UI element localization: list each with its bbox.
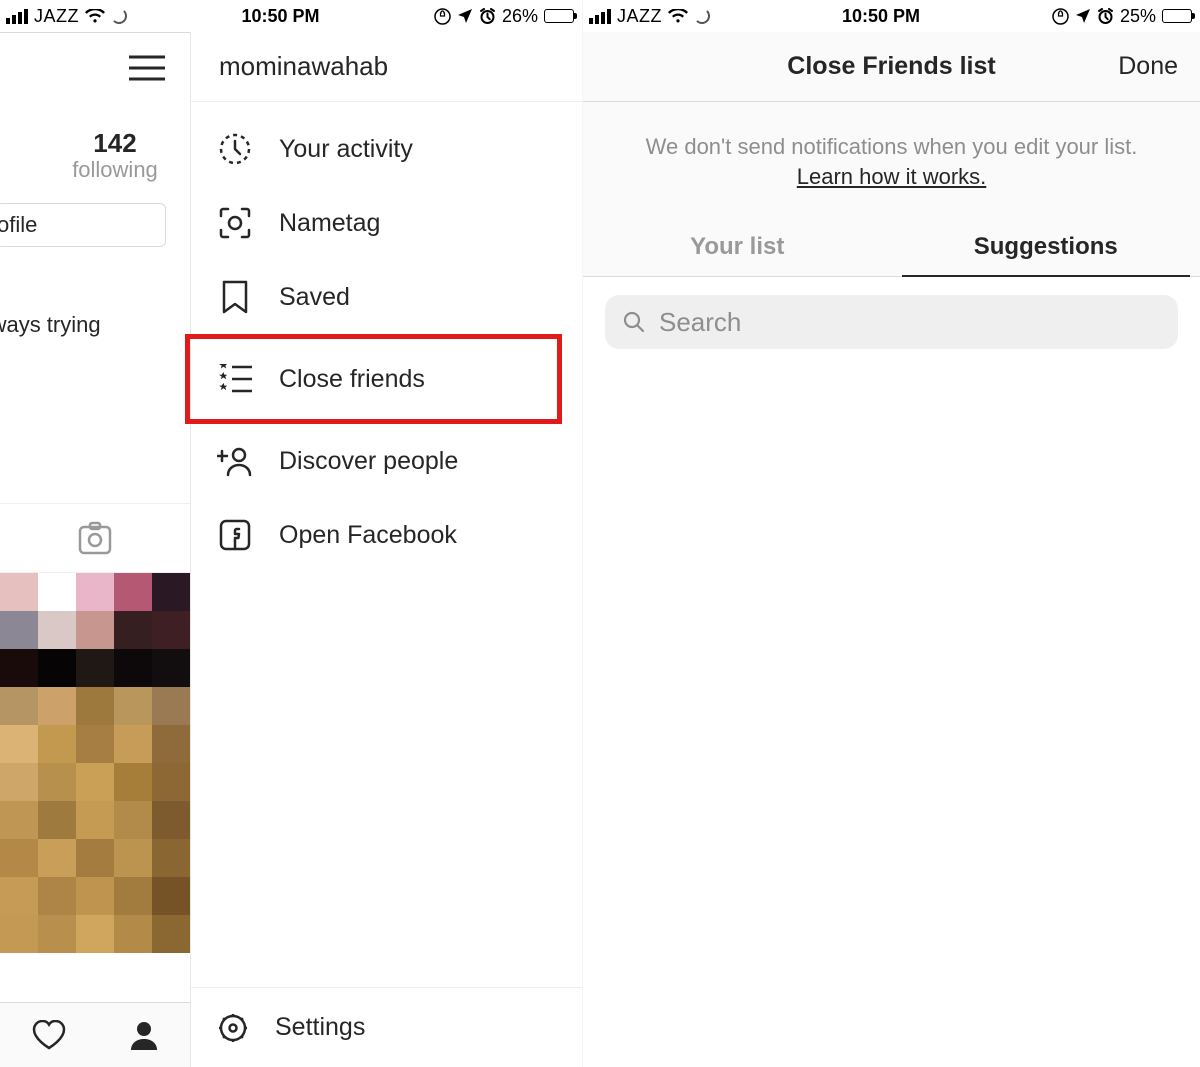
status-bar-left: JAZZ 10:50 PM 26% bbox=[0, 0, 582, 32]
activity-heart-icon[interactable] bbox=[32, 1020, 66, 1050]
battery-icon bbox=[544, 9, 574, 23]
profile-tab-icon[interactable] bbox=[129, 1020, 159, 1050]
orientation-lock-icon bbox=[1052, 8, 1069, 25]
location-icon bbox=[457, 8, 473, 24]
tab-suggestions[interactable]: Suggestions bbox=[892, 217, 1200, 276]
search-input[interactable] bbox=[605, 295, 1178, 349]
battery-pct: 26% bbox=[502, 6, 538, 27]
drawer-item-label: Open Facebook bbox=[279, 521, 457, 550]
drawer-username: mominawahab bbox=[191, 32, 582, 102]
status-time: 10:50 PM bbox=[842, 6, 920, 27]
orientation-lock-icon bbox=[434, 8, 451, 25]
drawer-item-label: Close friends bbox=[279, 365, 425, 394]
following-label: following bbox=[40, 157, 190, 183]
drawer-item-saved[interactable]: Saved bbox=[191, 260, 582, 334]
carrier-label: JAZZ bbox=[34, 6, 79, 27]
following-count[interactable]: 142 bbox=[40, 128, 190, 159]
drawer-item-label: Discover people bbox=[279, 447, 458, 476]
close-friends-header: Close Friends list Done bbox=[583, 32, 1200, 102]
battery-icon bbox=[1162, 9, 1192, 23]
location-icon bbox=[1075, 8, 1091, 24]
loading-spinner-icon bbox=[111, 8, 127, 24]
profile-screen-partial: rs 142 following ofile . Always trying bbox=[0, 32, 190, 1067]
nametag-icon bbox=[217, 206, 253, 240]
wifi-icon bbox=[85, 9, 105, 24]
done-button[interactable]: Done bbox=[1118, 52, 1178, 81]
drawer-item-settings[interactable]: Settings bbox=[191, 987, 582, 1067]
status-time: 10:50 PM bbox=[241, 6, 319, 27]
wifi-icon bbox=[668, 9, 688, 24]
drawer-item-label: Settings bbox=[275, 1013, 365, 1042]
drawer-item-nametag[interactable]: Nametag bbox=[191, 186, 582, 260]
drawer-item-your-activity[interactable]: Your activity bbox=[191, 112, 582, 186]
loading-spinner-icon bbox=[694, 8, 710, 24]
discover-people-icon bbox=[217, 445, 253, 477]
drawer-item-label: Your activity bbox=[279, 135, 413, 164]
carrier-label: JAZZ bbox=[617, 6, 662, 27]
page-title: Close Friends list bbox=[787, 52, 995, 81]
search-icon bbox=[623, 311, 645, 333]
tagged-photos-icon[interactable] bbox=[78, 521, 112, 555]
gear-icon bbox=[217, 1012, 249, 1044]
close-friends-tabs: Your list Suggestions bbox=[583, 217, 1200, 277]
signal-icon bbox=[589, 9, 611, 24]
drawer-item-label: Saved bbox=[279, 283, 350, 312]
facebook-icon bbox=[217, 519, 253, 551]
tab-your-list[interactable]: Your list bbox=[583, 217, 892, 276]
drawer-item-open-facebook[interactable]: Open Facebook bbox=[191, 498, 582, 572]
edit-profile-button[interactable]: ofile bbox=[0, 203, 166, 247]
drawer-item-close-friends[interactable]: Close friends bbox=[191, 334, 582, 424]
bookmark-icon bbox=[217, 280, 253, 314]
close-friends-list-icon bbox=[217, 364, 253, 394]
drawer-item-label: Nametag bbox=[279, 209, 380, 238]
battery-pct: 25% bbox=[1120, 6, 1156, 27]
status-bar-right: JAZZ 10:50 PM 25% bbox=[583, 0, 1200, 32]
photo-grid-pixelated bbox=[0, 573, 190, 953]
menu-icon[interactable] bbox=[129, 55, 165, 81]
bottom-tab-bar bbox=[0, 1002, 190, 1067]
activity-clock-icon bbox=[217, 132, 253, 166]
side-drawer: mominawahab Your activity Nametag bbox=[190, 32, 582, 1067]
learn-how-link[interactable]: Learn how it works. bbox=[797, 164, 987, 189]
alarm-icon bbox=[479, 8, 496, 25]
drawer-item-discover-people[interactable]: Discover people bbox=[191, 424, 582, 498]
bio-text-partial: . Always trying bbox=[0, 312, 190, 338]
signal-icon bbox=[6, 9, 28, 24]
alarm-icon bbox=[1097, 8, 1114, 25]
close-friends-notice: We don't send notifications when you edi… bbox=[583, 102, 1200, 217]
